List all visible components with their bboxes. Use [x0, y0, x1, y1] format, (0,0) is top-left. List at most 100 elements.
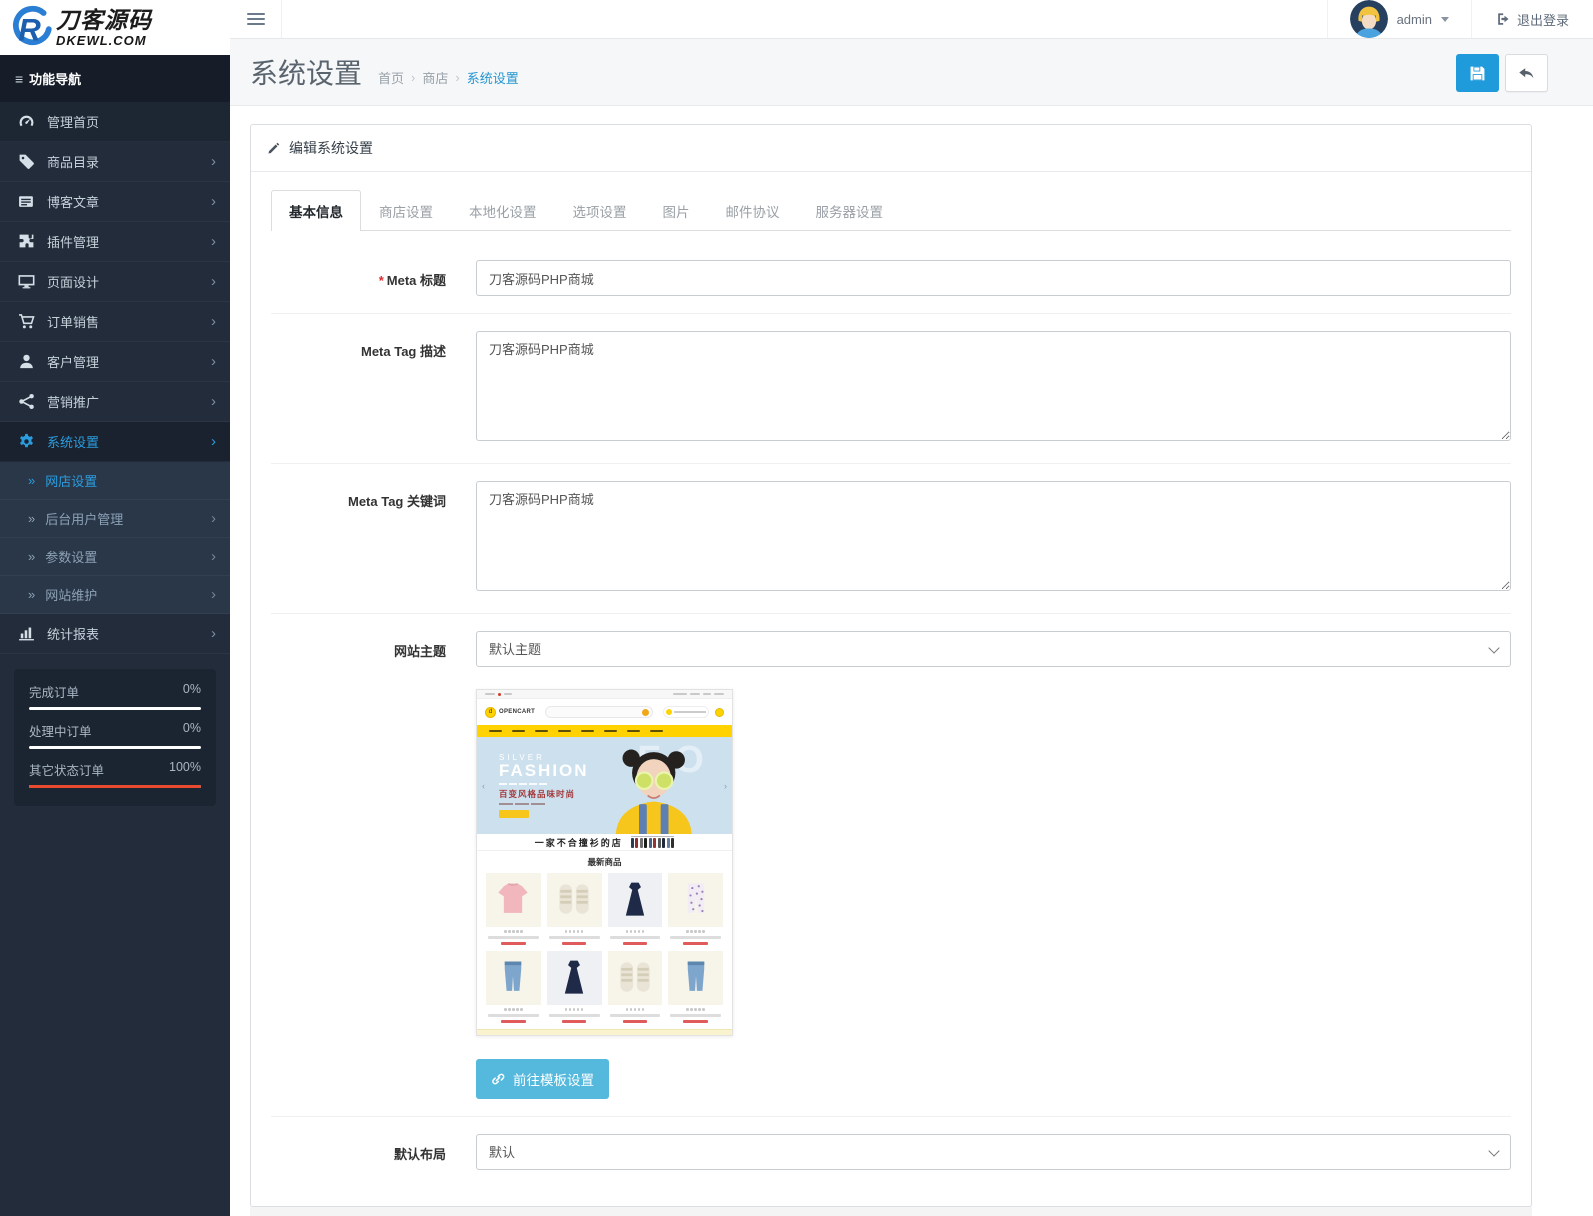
double-angle-icon: » [28, 587, 35, 602]
theme-select[interactable]: 默认主题 [476, 631, 1511, 667]
monitor-icon [18, 273, 35, 290]
double-angle-icon: » [28, 473, 35, 488]
sidebar-item-7[interactable]: 营销推广› [0, 382, 230, 422]
chevron-right-icon: › [211, 194, 216, 209]
theme-label: 网站主题 [271, 631, 476, 1099]
layout-label: 默认布局 [271, 1134, 476, 1170]
logout-button[interactable]: 退出登录 [1471, 0, 1593, 38]
meta-description-group: Meta Tag 描述 刀客源码PHP商城 [271, 314, 1511, 464]
preview-product-card [486, 873, 541, 945]
back-arrow-icon [1518, 65, 1535, 82]
theme-group: 网站主题 默认主题 [271, 614, 1511, 1117]
order-stat-row: 完成订单0% [29, 682, 201, 710]
sidebar-item-label: 客户管理 [47, 352, 211, 371]
sidebar-item-1[interactable]: 商品目录› [0, 142, 230, 182]
sidebar: R 刀客源码 DKEWL.COM ≡功能导航 管理首页商品目录›博客文章›插件管… [0, 0, 230, 1216]
sidebar-item-label: 订单销售 [47, 312, 211, 331]
chevron-right-icon: › [211, 234, 216, 249]
meta-description-textarea[interactable]: 刀客源码PHP商城 [476, 331, 1511, 441]
meta-keyword-textarea[interactable]: 刀客源码PHP商城 [476, 481, 1511, 591]
sign-out-icon [1496, 12, 1510, 26]
brand-logo-icon: R [8, 5, 54, 51]
sidebar-item-0[interactable]: 管理首页 [0, 102, 230, 142]
chevron-right-icon: › [211, 434, 216, 449]
share-icon [18, 393, 35, 410]
page-title: 系统设置 [250, 52, 362, 92]
breadcrumb-current[interactable]: 系统设置 [467, 68, 519, 87]
chevron-right-icon: › [211, 626, 216, 641]
user-icon [18, 353, 35, 370]
chevron-right-icon: › [211, 354, 216, 369]
tab-4[interactable]: 图片 [645, 190, 708, 231]
topbar: admin 退出登录 [230, 0, 1593, 39]
sidebar-item-9[interactable]: 统计报表› [0, 614, 230, 654]
sidebar-item-2[interactable]: 博客文章› [0, 182, 230, 222]
tab-1[interactable]: 商店设置 [361, 190, 451, 231]
preview-store-name: OPENCART [499, 709, 535, 715]
slippers-icon [547, 873, 602, 927]
tab-6[interactable]: 服务器设置 [798, 190, 902, 231]
dress-navy-icon [547, 951, 602, 1005]
sidebar-item-label: 系统设置 [47, 432, 211, 451]
sidebar-subitem-3[interactable]: »网站维护› [0, 576, 230, 614]
avatar [1350, 0, 1388, 38]
panel-heading: 编辑系统设置 [251, 125, 1531, 172]
tab-5[interactable]: 邮件协议 [708, 190, 798, 231]
preview-product-card [608, 951, 663, 1023]
preview-band-text: 一家不合撞衫的店 [535, 836, 623, 849]
stat-value: 100% [169, 760, 201, 779]
meta-description-label: Meta Tag 描述 [271, 331, 476, 446]
sidebar-item-4[interactable]: 页面设计› [0, 262, 230, 302]
go-to-template-settings-button[interactable]: 前往模板设置 [476, 1059, 609, 1099]
admin-app: R 刀客源码 DKEWL.COM ≡功能导航 管理首页商品目录›博客文章›插件管… [0, 0, 1593, 1216]
stat-label: 其它状态订单 [29, 760, 104, 779]
preview-hero-banner: FO SILVER FASHION 百变风格品味时尚 [477, 737, 732, 834]
stat-progress-bar [29, 785, 201, 788]
preview-product-card [486, 951, 541, 1023]
preview-cart [663, 706, 709, 718]
preview-product-card [547, 873, 602, 945]
dashboard-icon [18, 113, 35, 130]
breadcrumb-store[interactable]: 商店 [422, 68, 448, 87]
preview-clothes-rack [631, 836, 675, 848]
double-angle-icon: » [28, 511, 35, 526]
brand-title: 刀客源码 [56, 9, 152, 32]
sidebar-toggle-button[interactable] [230, 0, 282, 38]
sidebar-item-label: 页面设计 [47, 272, 211, 291]
username: admin [1397, 12, 1432, 27]
preview-product-card [608, 873, 663, 945]
sidebar-subitem-1[interactable]: »后台用户管理› [0, 500, 230, 538]
sidebar-item-3[interactable]: 插件管理› [0, 222, 230, 262]
chevron-right-icon: › [211, 314, 216, 329]
back-button[interactable] [1505, 54, 1548, 92]
sidebar-item-5[interactable]: 订单销售› [0, 302, 230, 342]
order-stats-box: 完成订单0% 处理中订单 0% 其它状态订单 100% [14, 669, 216, 806]
tab-2[interactable]: 本地化设置 [451, 190, 555, 231]
gear-icon [18, 433, 35, 450]
preview-store-logo-icon: d [485, 707, 496, 718]
stat-value: 0% [183, 721, 201, 740]
menu-bars-icon: ≡ [15, 71, 23, 87]
layout-select[interactable]: 默认 [476, 1134, 1511, 1170]
sidebar-item-8[interactable]: 系统设置› [0, 422, 230, 462]
sidebar-subitem-2[interactable]: »参数设置› [0, 538, 230, 576]
svg-text:R: R [18, 12, 41, 47]
save-button[interactable] [1456, 54, 1499, 92]
save-icon [1469, 65, 1486, 82]
sidebar-subitem-0[interactable]: »网店设置 [0, 462, 230, 500]
breadcrumb-home[interactable]: 首页 [378, 68, 404, 87]
caret-down-icon [1441, 17, 1449, 22]
meta-keyword-group: Meta Tag 关键词 刀客源码PHP商城 [271, 464, 1511, 614]
tab-0[interactable]: 基本信息 [271, 190, 361, 231]
newspaper-icon [18, 193, 35, 210]
meta-title-input[interactable] [476, 260, 1511, 296]
brand-logo[interactable]: R 刀客源码 DKEWL.COM [0, 0, 230, 55]
brand-subtitle: DKEWL.COM [56, 34, 152, 47]
sidebar-item-6[interactable]: 客户管理› [0, 342, 230, 382]
stat-label: 处理中订单 [29, 721, 92, 740]
meta-keyword-label: Meta Tag 关键词 [271, 481, 476, 596]
user-menu[interactable]: admin [1327, 0, 1471, 38]
stat-label: 完成订单 [29, 682, 79, 701]
preview-product-grid [477, 871, 732, 1029]
tab-3[interactable]: 选项设置 [555, 190, 645, 231]
